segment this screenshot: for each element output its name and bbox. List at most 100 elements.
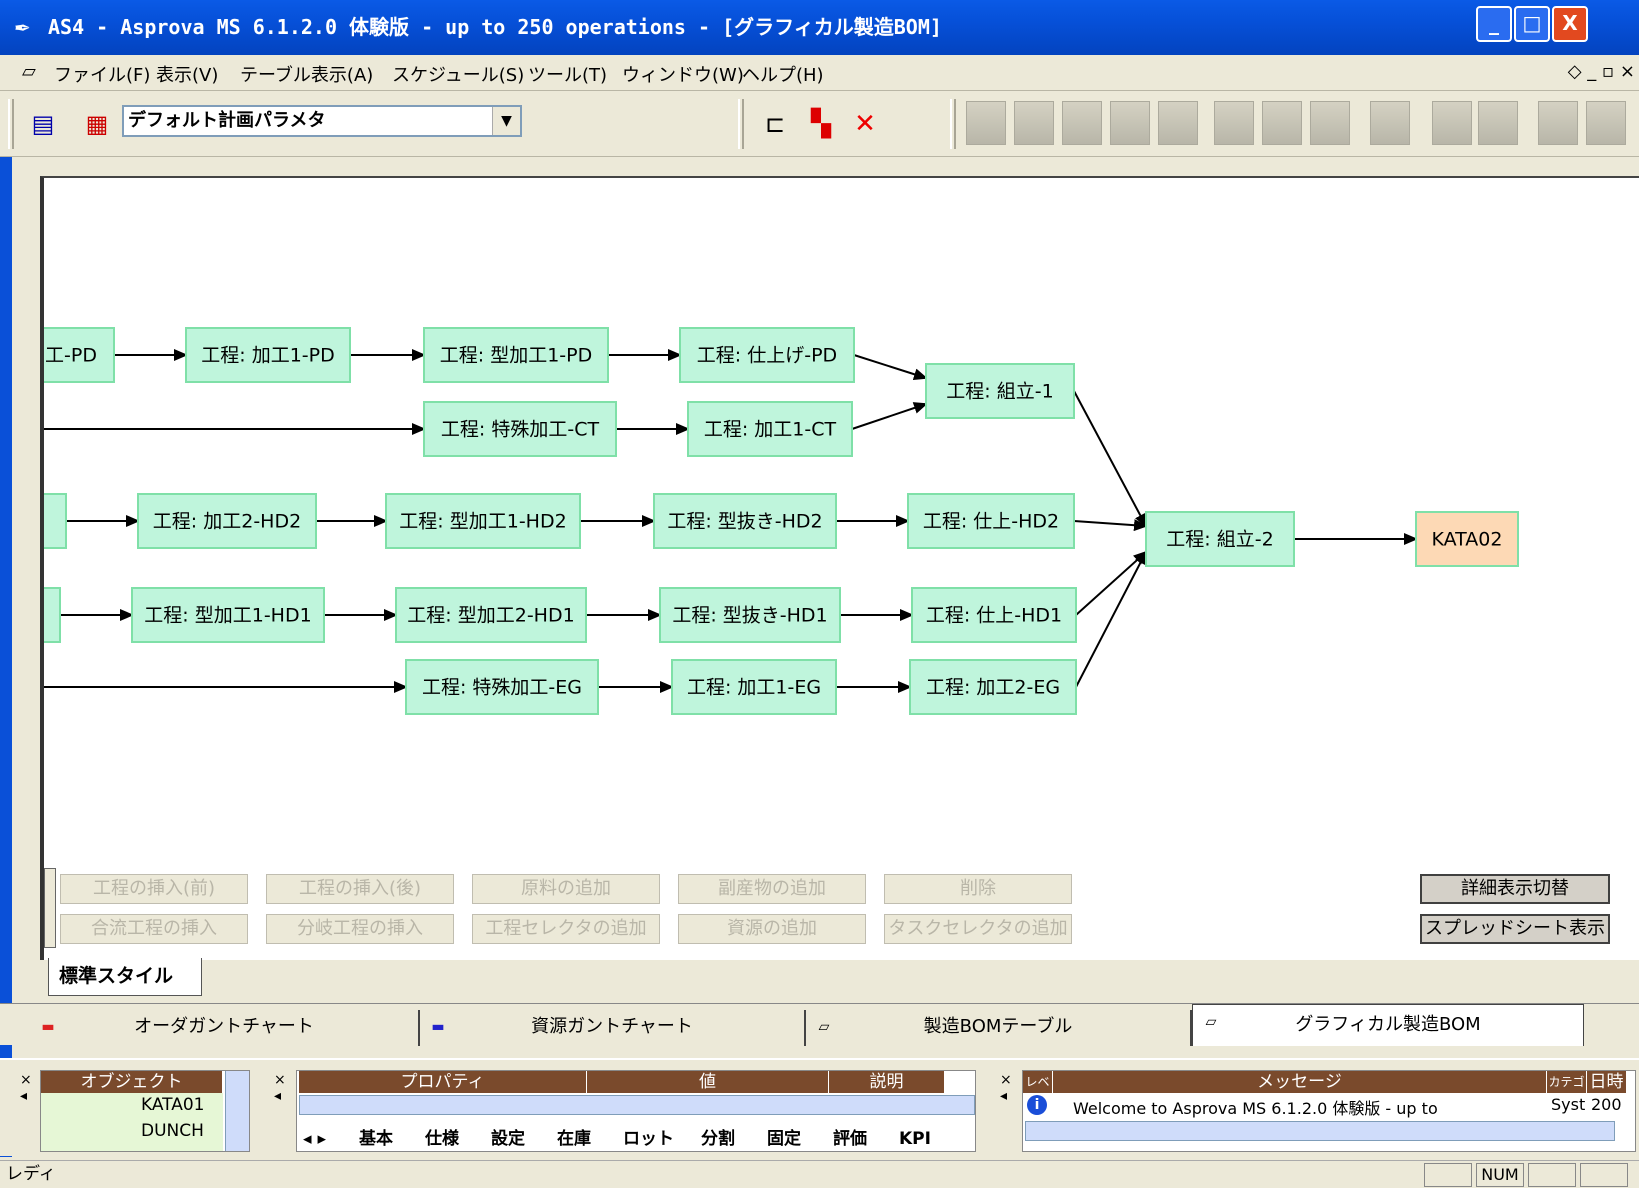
add-resource-button[interactable]: 資源の追加: [678, 914, 866, 944]
detail-toggle-button[interactable]: 詳細表示切替: [1420, 874, 1610, 904]
layout-icon[interactable]: [1214, 101, 1254, 145]
sheet-tab-spec[interactable]: 仕様: [425, 1127, 459, 1151]
bom-process-node[interactable]: 工程: 型加工1-PD: [423, 327, 609, 383]
insert-branch-op-button[interactable]: 分岐工程の挿入: [266, 914, 454, 944]
bom-process-node[interactable]: 工程: 仕上げ-PD: [679, 327, 855, 383]
sheet-tab-settings[interactable]: 設定: [491, 1127, 525, 1151]
bom-edge-arrow[interactable]: [1075, 550, 1147, 688]
chart-icon[interactable]: [1478, 101, 1518, 145]
sheet-tab-split[interactable]: 分割: [701, 1127, 735, 1151]
toolbar-grip[interactable]: [8, 99, 14, 149]
insert-op-after-button[interactable]: 工程の挿入(後): [266, 874, 454, 904]
menu-schedule[interactable]: スケジュール(S): [392, 61, 524, 87]
layout-icon[interactable]: [1062, 101, 1102, 145]
close-pane-icon[interactable]: × ◂: [20, 1072, 36, 1106]
tab-standard-style[interactable]: 標準スタイル: [48, 958, 202, 996]
bom-process-node[interactable]: [44, 587, 61, 643]
bom-edge-arrow[interactable]: [851, 402, 928, 430]
close-pane-icon[interactable]: × ◂: [274, 1072, 290, 1106]
sheet-nav-icon[interactable]: ◂ ▸: [303, 1127, 326, 1151]
tab-graphical-bom[interactable]: ▱ グラフィカル製造BOM: [1192, 1004, 1584, 1046]
add-node-icon[interactable]: ⊏: [756, 105, 794, 143]
layout-icon[interactable]: [1262, 101, 1302, 145]
spreadsheet-view-button[interactable]: スプレッドシート表示: [1420, 914, 1610, 944]
add-op-selector-button[interactable]: 工程セレクタの追加: [472, 914, 660, 944]
mdi-window-controls[interactable]: ◇ _ ▫ ×: [1568, 61, 1635, 82]
bom-edge-arrow[interactable]: [1073, 519, 1148, 532]
chart-icon[interactable]: [1586, 101, 1626, 145]
insert-merge-op-button[interactable]: 合流工程の挿入: [60, 914, 248, 944]
layout-icon[interactable]: [1014, 101, 1054, 145]
chart-icon[interactable]: [1538, 101, 1578, 145]
bom-process-node[interactable]: [44, 493, 67, 549]
sheet-tab-eval[interactable]: 評価: [833, 1127, 867, 1151]
bom-edge-arrow[interactable]: [1073, 390, 1147, 528]
import-icon[interactable]: ▦: [78, 105, 116, 143]
close-button[interactable]: X: [1552, 6, 1588, 42]
tab-bom-table[interactable]: ▱ 製造BOMテーブル: [806, 1010, 1192, 1046]
bom-process-node[interactable]: 工程: 型抜き-HD1: [659, 587, 841, 643]
bom-edge-arrow[interactable]: [1075, 550, 1148, 616]
panel-collapse-handle[interactable]: [44, 868, 56, 948]
sheet-tab-inventory[interactable]: 在庫: [557, 1127, 591, 1151]
bom-graph[interactable]: 工-PD 工程: 加工1-PD 工程: 型加工1-PD 工程: 仕上げ-PD 工程: 特…: [44, 178, 1639, 958]
sheet-tab-lot[interactable]: ロット: [623, 1127, 674, 1151]
menu-window[interactable]: ウィンドウ(W): [622, 61, 744, 87]
bom-process-node[interactable]: 工程: 加工1-PD: [185, 327, 351, 383]
bom-edge-arrow[interactable]: [853, 354, 928, 381]
bom-process-node[interactable]: 工程: 型加工2-HD1: [395, 587, 587, 643]
bom-process-node[interactable]: 工程: 型加工1-HD1: [131, 587, 325, 643]
vertical-scrollbar[interactable]: [225, 1071, 249, 1151]
chevron-down-icon[interactable]: ▼: [492, 107, 520, 135]
toolbar-grip[interactable]: [738, 99, 744, 149]
tab-order-gantt[interactable]: ▬ オーダガントチャート: [30, 1010, 420, 1046]
layout-icon[interactable]: [1158, 101, 1198, 145]
bom-process-node[interactable]: 工程: 仕上-HD1: [911, 587, 1077, 643]
bom-process-node[interactable]: 工程: 型抜き-HD2: [653, 493, 837, 549]
horizontal-scrollbar[interactable]: [299, 1095, 975, 1115]
sheet-tab-basic[interactable]: 基本: [359, 1127, 393, 1151]
export-icon[interactable]: ▤: [24, 105, 62, 143]
menu-view[interactable]: 表示(V): [156, 61, 218, 87]
tree-item[interactable]: KATA01: [141, 1095, 204, 1115]
layout-icon[interactable]: [1370, 101, 1410, 145]
bom-process-node[interactable]: 工程: 仕上-HD2: [907, 493, 1075, 549]
bom-process-node[interactable]: 工程: 型加工1-HD2: [385, 493, 581, 549]
bom-canvas[interactable]: 工-PD 工程: 加工1-PD 工程: 型加工1-PD 工程: 仕上げ-PD 工程: 特…: [40, 176, 1639, 960]
bom-process-node[interactable]: 工程: 特殊加工-EG: [405, 659, 599, 715]
bom-process-node[interactable]: 工程: 特殊加工-CT: [423, 401, 617, 457]
add-material-button[interactable]: 原料の追加: [472, 874, 660, 904]
bom-process-node[interactable]: 工程: 加工2-EG: [909, 659, 1077, 715]
tab-resource-gantt[interactable]: ▬ 資源ガントチャート: [420, 1010, 806, 1046]
delete-x-icon[interactable]: ✕: [846, 105, 884, 143]
tree-item[interactable]: DUNCH: [141, 1121, 204, 1141]
bom-process-node[interactable]: 工程: 組立-1: [925, 363, 1075, 419]
bom-process-node[interactable]: 工-PD: [44, 327, 115, 383]
add-byproduct-button[interactable]: 副産物の追加: [678, 874, 866, 904]
bom-item-node[interactable]: KATA02: [1415, 511, 1519, 567]
bom-process-node[interactable]: 工程: 加工1-EG: [671, 659, 837, 715]
toolbar-grip[interactable]: [950, 99, 956, 149]
menu-table-view[interactable]: テーブル表示(A): [240, 61, 373, 87]
delete-button[interactable]: 削除: [884, 874, 1072, 904]
close-pane-icon[interactable]: × ◂: [1000, 1072, 1016, 1106]
menu-tools[interactable]: ツール(T): [528, 61, 607, 87]
sheet-tab-kpi[interactable]: KPI: [899, 1127, 931, 1151]
add-task-selector-button[interactable]: タスクセレクタの追加: [884, 914, 1072, 944]
plan-param-combo[interactable]: デフォルト計画パラメタ ▼: [122, 105, 522, 137]
chart-icon[interactable]: [1432, 101, 1472, 145]
insert-op-before-button[interactable]: 工程の挿入(前): [60, 874, 248, 904]
sheet-tab-fixed[interactable]: 固定: [767, 1127, 801, 1151]
horizontal-scrollbar[interactable]: [1025, 1121, 1615, 1141]
layout-icon[interactable]: [966, 101, 1006, 145]
color-node-icon[interactable]: ▚: [802, 105, 840, 143]
menu-help[interactable]: ヘルプ(H): [742, 61, 824, 87]
bom-process-node[interactable]: 工程: 加工1-CT: [687, 401, 853, 457]
bom-process-node[interactable]: 工程: 加工2-HD2: [137, 493, 317, 549]
bom-process-node[interactable]: 工程: 組立-2: [1145, 511, 1295, 567]
layout-icon[interactable]: [1110, 101, 1150, 145]
menu-file[interactable]: ファイル(F): [54, 61, 150, 87]
layout-icon[interactable]: [1310, 101, 1350, 145]
maximize-button[interactable]: □: [1514, 6, 1550, 42]
minimize-button[interactable]: _: [1476, 6, 1512, 42]
